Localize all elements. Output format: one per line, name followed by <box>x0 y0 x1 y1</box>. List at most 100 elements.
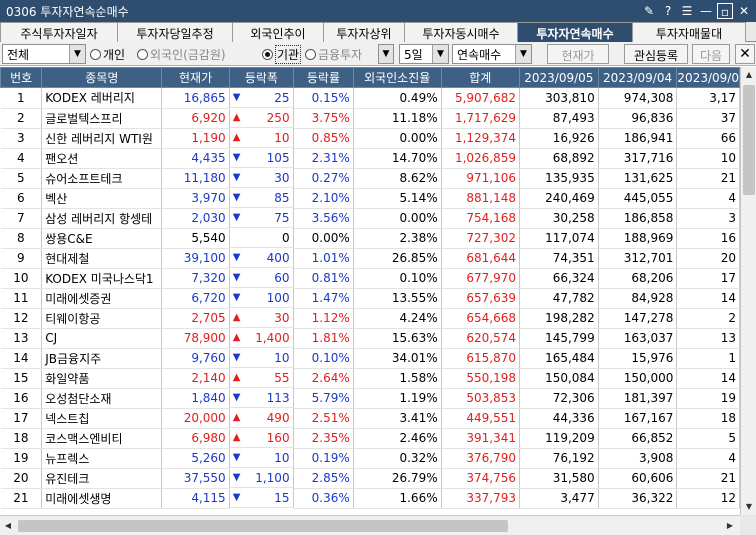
cell-change: ▲ 30 <box>229 308 294 328</box>
horizontal-scroll-thumb[interactable] <box>18 520 508 532</box>
col-header-date-2[interactable]: 2023/09/04 <box>597 67 678 88</box>
cell-foreign-ratio: 15.63% <box>353 328 442 349</box>
table-row[interactable]: 11 미래에셋증권 6,720 ▼ 100 1.47% 13.55% 657,639 47,78… <box>0 288 740 309</box>
close-panel-button[interactable]: ✕ <box>735 44 755 64</box>
down-arrow-icon: ▼ <box>232 192 241 203</box>
cell-date-1: 72,306 <box>519 388 599 409</box>
scroll-down-icon[interactable]: ▼ <box>741 499 756 515</box>
cell-date-1: 66,324 <box>519 268 599 289</box>
tab-investor-simultaneous[interactable]: 투자자동시매수 <box>404 22 518 42</box>
cell-change: ▲ 490 <box>229 408 294 428</box>
col-header-change[interactable]: 등락폭 <box>228 67 295 88</box>
cell-change-rate: 3.75% <box>293 108 354 129</box>
radio-financial[interactable]: 금융투자 <box>305 44 362 64</box>
table-row[interactable]: 2 글로벌텍스프리 6,920 ▲ 250 3.75% 11.18% 1,717,629 87,… <box>0 108 740 129</box>
cell-date-2: 15,976 <box>598 348 678 369</box>
col-header-total[interactable]: 합계 <box>440 67 521 88</box>
table-row[interactable]: 5 슈어소프트테크 11,180 ▼ 30 0.27% 8.62% 971,106 135,93… <box>0 168 740 189</box>
table-row[interactable]: 21 미래에셋생명 4,115 ▼ 15 0.36% 1.66% 337,793 3,477 36… <box>0 488 740 509</box>
table-row[interactable]: 20 유진테크 37,550 ▼ 1,100 2.85% 26.79% 374,756 31,5… <box>0 468 740 489</box>
table-row[interactable]: 4 팬오션 4,435 ▼ 105 2.31% 14.70% 1,026,859 68,892 3… <box>0 148 740 169</box>
minimize-icon[interactable]: — <box>698 3 714 19</box>
title-bar: 0306 투자자연속순매수 ✎ ? ☰ — ▫ ✕ <box>0 0 756 22</box>
radio-institution-label: 기관 <box>275 44 302 64</box>
market-select[interactable]: 전체 ▼ <box>2 44 86 64</box>
next-button[interactable]: 다음 <box>692 44 730 64</box>
add-watchlist-button[interactable]: 관심등록 <box>624 44 688 64</box>
change-amount: 10 <box>274 350 290 365</box>
up-arrow-icon: ▲ <box>232 112 241 123</box>
col-header-no[interactable]: 번호 <box>0 67 43 88</box>
table-row[interactable]: 8 쌍용C&E 5,540 0 0.00% 2.38% 727,302 117,074 188,… <box>0 228 740 249</box>
down-arrow-icon: ▼ <box>232 492 241 503</box>
table-row[interactable]: 9 현대제철 39,100 ▼ 400 1.01% 26.85% 681,644 74,351 3… <box>0 248 740 269</box>
table-row[interactable]: 7 삼성 레버리지 항셍테 2,030 ▼ 75 3.56% 0.00% 754,168 30,… <box>0 208 740 229</box>
cell-total: 754,168 <box>441 208 521 229</box>
table-row[interactable]: 12 티웨이항공 2,705 ▲ 30 1.12% 4.24% 654,668 198,282 1… <box>0 308 740 329</box>
col-header-change-rate[interactable]: 등락률 <box>293 67 354 88</box>
scroll-up-icon[interactable]: ▲ <box>741 67 756 83</box>
table-row[interactable]: 18 코스맥스엔비티 6,980 ▲ 160 2.35% 2.46% 391,341 119,2… <box>0 428 740 449</box>
col-header-date-1[interactable]: 2023/09/05 <box>519 67 599 88</box>
radio-institution[interactable]: 기관 <box>262 44 302 64</box>
tab-investor-volume-profile[interactable]: 투자자매물대 <box>632 22 746 42</box>
scroll-left-icon[interactable]: ◀ <box>0 518 16 534</box>
financial-dropdown-icon[interactable]: ▼ <box>378 44 394 64</box>
vertical-scroll-thumb[interactable] <box>743 85 755 195</box>
mode-select[interactable]: 연속매수 ▼ <box>452 44 532 64</box>
table-row[interactable]: 17 넥스트칩 20,000 ▲ 490 2.51% 3.41% 449,551 44,336 1… <box>0 408 740 429</box>
horizontal-scrollbar[interactable]: ◀ ▶ <box>0 515 740 535</box>
tab-investor-consecutive[interactable]: 투자자연속매수 <box>517 22 633 42</box>
radio-individual[interactable]: 개인 <box>90 44 125 64</box>
change-amount: 10 <box>274 450 290 465</box>
cell-no: 11 <box>0 288 43 309</box>
cell-change: ▼ 85 <box>229 188 294 208</box>
tab-investor-top[interactable]: 투자자상위 <box>323 22 405 42</box>
maximize-icon[interactable]: ▫ <box>717 3 733 19</box>
down-arrow-icon: ▼ <box>232 172 241 183</box>
table-row[interactable]: 15 화일약품 2,140 ▲ 55 2.64% 1.58% 550,198 150,084 15… <box>0 368 740 389</box>
help-icon[interactable]: ? <box>660 3 676 19</box>
pin-icon[interactable]: ✎ <box>641 3 657 19</box>
table-row[interactable]: 16 오성첨단소재 1,840 ▼ 113 5.79% 1.19% 503,853 72,306… <box>0 388 740 409</box>
table-row[interactable]: 13 CJ 78,900 ▲ 1,400 1.81% 15.63% 620,574 145,79… <box>0 328 740 349</box>
col-header-date-3[interactable]: 2023/09/0 <box>676 67 740 88</box>
cell-total: 677,970 <box>441 268 521 289</box>
current-price-button[interactable]: 현재가 <box>547 44 609 64</box>
cell-total: 374,756 <box>441 468 521 489</box>
cell-no: 8 <box>0 228 43 249</box>
cell-name: 슈어소프트테크 <box>41 168 163 189</box>
close-icon[interactable]: ✕ <box>736 3 752 19</box>
period-select[interactable]: 5일 ▼ <box>399 44 449 64</box>
cell-foreign-ratio: 13.55% <box>353 288 442 309</box>
cell-date-3: 66 <box>676 128 740 149</box>
scroll-right-icon[interactable]: ▶ <box>722 518 738 534</box>
change-amount: 400 <box>266 250 290 265</box>
table-row[interactable]: 10 KODEX 미국나스닥1 7,320 ▼ 60 0.81% 0.10% 677,970 6… <box>0 268 740 289</box>
table-row[interactable]: 6 벡산 3,970 ▼ 85 2.10% 5.14% 881,148 240,469 445,0… <box>0 188 740 209</box>
radio-foreign[interactable]: 외국인(금감원) <box>137 44 226 64</box>
vertical-scrollbar[interactable]: ▲ ▼ <box>740 67 756 515</box>
cell-change: ▼ 100 <box>229 288 294 308</box>
menu-icon[interactable]: ☰ <box>679 3 695 19</box>
tab-investor-estimate[interactable]: 투자자당일추정 <box>117 22 233 42</box>
cell-no: 2 <box>0 108 43 129</box>
cell-foreign-ratio: 2.38% <box>353 228 442 249</box>
tab-foreign-trend[interactable]: 외국인추이 <box>232 22 324 42</box>
tab-investor-daily[interactable]: 주식투자자일자 <box>0 22 118 42</box>
cell-name: 넥스트칩 <box>41 408 163 429</box>
table-row[interactable]: 14 JB금융지주 9,760 ▼ 10 0.10% 34.01% 615,870 165,48… <box>0 348 740 369</box>
cell-change: ▲ 160 <box>229 428 294 448</box>
col-header-name[interactable]: 종목명 <box>41 67 163 88</box>
table-row[interactable]: 3 신한 레버리지 WTI원 1,190 ▲ 10 0.85% 0.00% 1,129,374… <box>0 128 740 149</box>
cell-name: 삼성 레버리지 항셍테 <box>41 208 163 229</box>
cell-date-1: 117,074 <box>519 228 599 249</box>
table-row[interactable]: 1 KODEX 레버리지 16,865 ▼ 25 0.15% 0.49% 5,907,682 3… <box>0 87 740 109</box>
table-row[interactable]: 19 뉴프렉스 5,260 ▼ 10 0.19% 0.32% 376,790 76,192 3,9… <box>0 448 740 469</box>
col-header-foreign-ratio[interactable]: 외국인소진율 <box>352 67 442 88</box>
col-header-price[interactable]: 현재가 <box>161 67 230 88</box>
cell-no: 1 <box>0 87 43 109</box>
down-arrow-icon: ▼ <box>232 452 241 463</box>
cell-date-3: 12 <box>676 488 740 509</box>
cell-name: 팬오션 <box>41 148 163 169</box>
